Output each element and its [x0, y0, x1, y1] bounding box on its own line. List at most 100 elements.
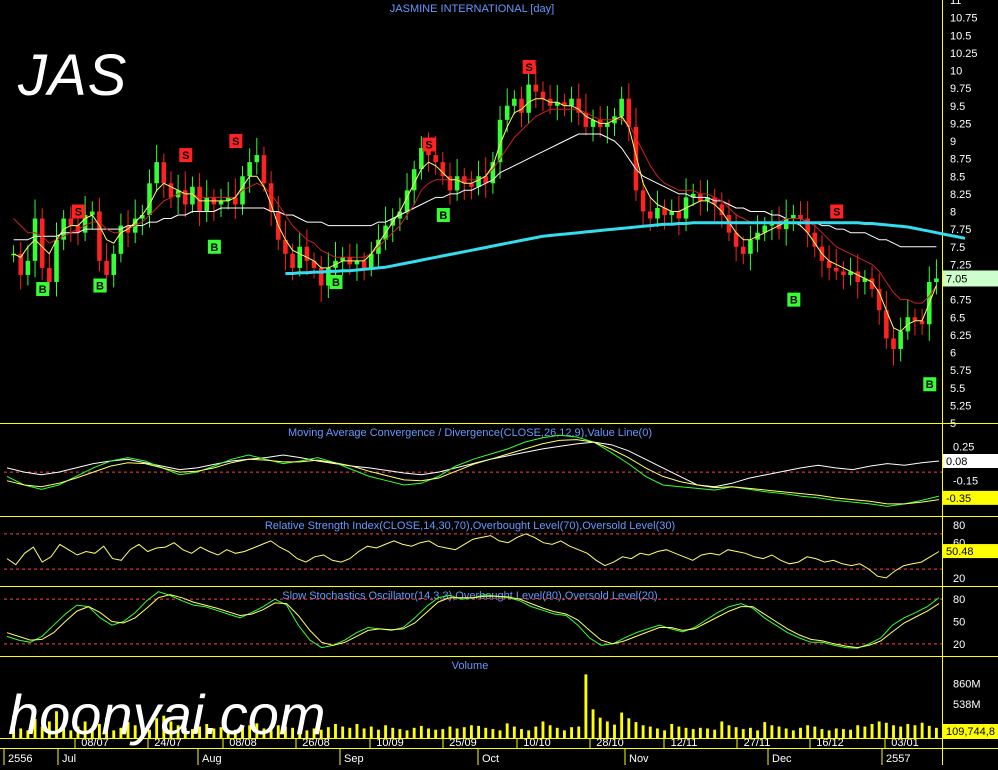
signal-label: B — [926, 379, 934, 391]
signal-label: B — [39, 284, 47, 296]
candle-body — [526, 84, 531, 113]
price-tick-label: 8.5 — [950, 171, 965, 183]
volume-bar — [934, 727, 938, 738]
macd-series-line — [6, 434, 940, 507]
price-candles — [11, 65, 939, 366]
candle-body — [512, 98, 517, 106]
stoch-tick-label: 50 — [953, 617, 965, 629]
volume-bar — [906, 724, 910, 738]
volume-bar — [341, 726, 345, 738]
x-tick-label: 28/10 — [596, 737, 624, 749]
rsi-tick-label: 80 — [953, 520, 965, 532]
candle-body — [655, 207, 660, 219]
price-tick-label: 9.75 — [950, 83, 971, 95]
price-tick-label: 5.75 — [950, 365, 971, 377]
x-tick-label: 12/11 — [671, 737, 698, 749]
candle-body — [161, 162, 167, 184]
candle-body — [533, 84, 539, 92]
rsi-title: Relative Strength Index(CLOSE,14,30,70),… — [265, 520, 675, 532]
volume-bar — [641, 725, 645, 738]
site-watermark: hoonyai.com — [8, 683, 326, 746]
price-tick-label: 10 — [950, 66, 962, 78]
volume-bar — [362, 728, 366, 738]
candle-body — [25, 260, 31, 275]
volume-bar — [598, 717, 602, 738]
volume-bar — [884, 722, 888, 738]
price-tick-label: 5.25 — [950, 400, 971, 412]
candle-body — [54, 239, 59, 282]
volume-bar — [706, 728, 709, 738]
candle-body — [934, 278, 939, 282]
volume-bar — [655, 728, 659, 738]
volume-bar — [713, 729, 717, 738]
macd-value-label: 0.08 — [946, 456, 967, 468]
volume-bar — [348, 727, 352, 738]
x-tick-label: 25/09 — [449, 737, 477, 749]
signal-label: S — [232, 136, 239, 148]
volume-tick-label: 538M — [953, 699, 981, 711]
candle-body — [204, 197, 210, 212]
candle-body — [469, 183, 474, 187]
ma-mid-line — [13, 108, 937, 304]
candle-body — [504, 105, 510, 120]
volume-bar — [698, 727, 702, 738]
volume-bar — [920, 722, 924, 738]
price-tick-label: 7.5 — [950, 242, 965, 254]
price-tick-label: 6 — [950, 348, 956, 360]
x-tick-label: 10/09 — [376, 737, 404, 749]
signal-label: S — [75, 207, 82, 219]
candle-body — [104, 260, 109, 275]
candle-body — [182, 190, 188, 205]
candle-body — [640, 190, 646, 212]
volume-bar — [405, 730, 409, 738]
volume-bar — [734, 727, 738, 738]
price-chart-title: JASMINE INTERNATIONAL [day] — [390, 3, 554, 15]
volume-bar — [763, 722, 767, 738]
candle-body — [290, 253, 295, 268]
candle-body — [247, 162, 252, 177]
volume-bar — [927, 725, 931, 738]
volume-bar — [427, 728, 430, 738]
candle-body — [855, 271, 861, 282]
volume-bar — [605, 721, 609, 738]
volume-bar — [584, 674, 588, 738]
candle-body — [605, 123, 610, 127]
volume-bar — [334, 724, 337, 738]
volume-bar — [870, 724, 874, 738]
ma-slow-line — [13, 133, 937, 248]
candle-body — [898, 331, 903, 349]
candle-body — [268, 183, 274, 212]
price-tick-label: 5.5 — [950, 383, 965, 395]
candle-body — [841, 271, 846, 275]
volume-bar — [498, 730, 502, 738]
price-tick-label: 8.25 — [950, 189, 971, 201]
price-tick-label: 6.75 — [950, 295, 971, 307]
volume-title: Volume — [452, 660, 489, 672]
x-period-label: Sep — [344, 753, 364, 765]
volume-bar — [791, 730, 795, 738]
candle-body — [540, 91, 546, 99]
candle-body — [519, 98, 524, 113]
volume-tick-label: 860M — [953, 678, 981, 690]
candle-body — [919, 320, 925, 325]
macd-value-label: -0.35 — [946, 493, 971, 505]
volume-value-label: 109,744,8 — [946, 726, 995, 738]
candle-body — [254, 155, 260, 163]
volume-bar — [577, 726, 581, 738]
candle-body — [304, 246, 310, 261]
signal-label: B — [332, 277, 340, 289]
candle-body — [47, 267, 52, 282]
volume-bar — [512, 726, 516, 738]
candle-body — [812, 232, 818, 247]
volume-bar — [484, 727, 488, 738]
candle-body — [647, 211, 653, 219]
candle-body — [740, 246, 746, 254]
candle-body — [912, 317, 918, 321]
volume-bar — [369, 726, 373, 738]
candle-body — [118, 225, 124, 254]
volume-bar — [355, 724, 359, 738]
volume-bar — [634, 722, 638, 738]
volume-bar — [620, 712, 624, 738]
rsi-series-line — [6, 533, 940, 579]
price-tick-label: 10.25 — [950, 48, 978, 60]
